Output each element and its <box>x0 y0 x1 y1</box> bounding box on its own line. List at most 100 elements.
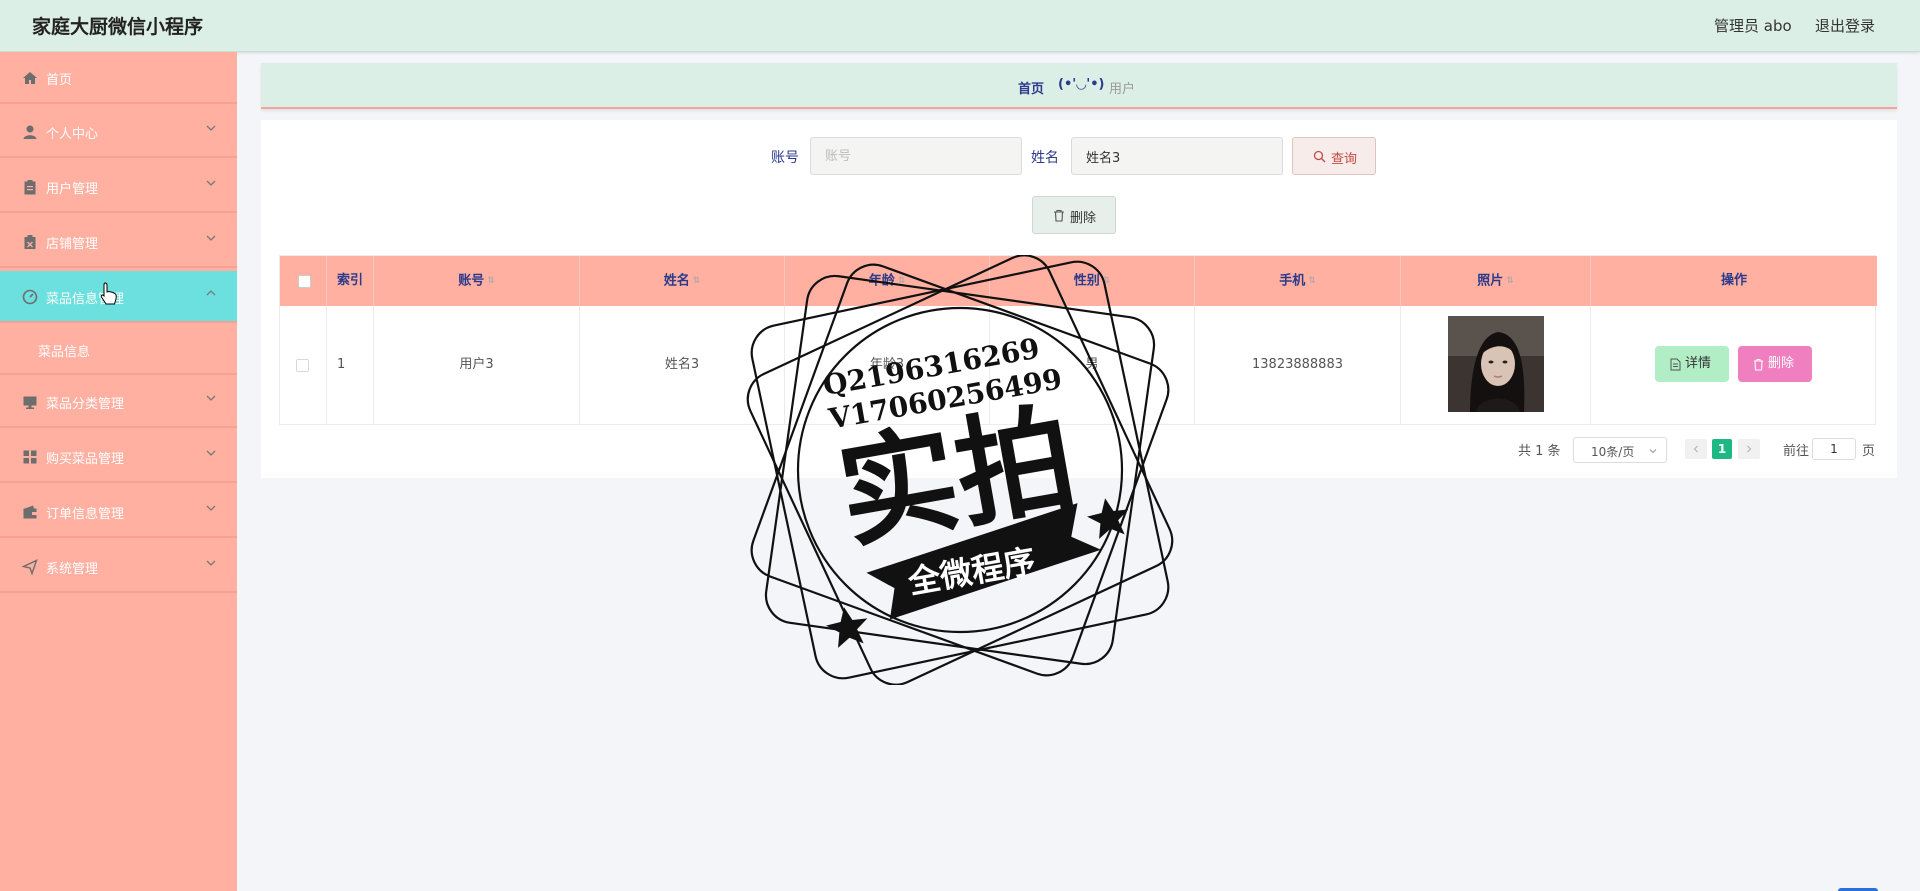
chevron-up-icon <box>206 290 216 296</box>
sidebar: 首页 个人中心 用户管理 店铺管理 菜品信息管理 菜品信息 菜品分类管理 购买菜… <box>0 52 237 891</box>
sidebar-item-user-management[interactable]: 用户管理 <box>0 161 237 213</box>
column-header-age[interactable]: 年龄 ⇅ <box>785 256 990 306</box>
search-icon <box>1313 150 1326 163</box>
sidebar-item-label: 店铺管理 <box>46 237 99 252</box>
cell-actions <box>1591 306 1877 424</box>
sort-icon[interactable]: ⇅ <box>898 256 906 306</box>
breadcrumb-current: 用户 <box>1109 82 1136 97</box>
document-icon <box>1670 358 1681 371</box>
column-header-actions: 操作 <box>1591 256 1877 306</box>
sort-icon[interactable]: ⇅ <box>1103 256 1111 306</box>
sidebar-item-store-management[interactable]: 店铺管理 <box>0 216 237 268</box>
chevron-left-icon <box>1693 445 1698 453</box>
table-row: 1 用户3 姓名3 年龄3 男 13823888883 详情 删除 <box>280 306 1877 424</box>
chevron-right-icon <box>1747 445 1752 453</box>
cell-gender: 男 <box>990 306 1195 424</box>
sidebar-item-dish-info-management[interactable]: 菜品信息管理 <box>0 271 237 323</box>
select-all-cell <box>280 256 327 306</box>
sort-icon[interactable]: ⇅ <box>693 256 701 306</box>
query-button[interactable]: 查询 <box>1292 137 1376 175</box>
sidebar-item-label: 购买菜品管理 <box>46 452 125 467</box>
sidebar-item-dish-category-management[interactable]: 菜品分类管理 <box>0 376 237 428</box>
sidebar-item-label: 系统管理 <box>46 562 99 577</box>
sidebar-item-home[interactable]: 首页 <box>0 52 237 104</box>
sidebar-item-label: 订单信息管理 <box>46 507 125 522</box>
send-icon <box>22 559 38 575</box>
account-label: 账号 <box>771 150 799 166</box>
sidebar-item-order-management[interactable]: 订单信息管理 <box>0 486 237 538</box>
column-header-label: 性别 <box>1073 273 1100 289</box>
store-icon <box>24 235 36 249</box>
prev-page-button[interactable] <box>1685 439 1707 459</box>
monitor-icon <box>23 396 37 409</box>
next-page-button[interactable] <box>1738 439 1760 459</box>
wallet-icon <box>23 505 37 519</box>
clipboard-icon <box>24 180 36 195</box>
batch-delete-button[interactable]: 删除 <box>1032 196 1116 234</box>
account-input[interactable] <box>810 137 1022 175</box>
pagination-total: 共 1 条 <box>1518 444 1561 459</box>
query-button-label: 查询 <box>1331 152 1358 167</box>
breadcrumb-home[interactable]: 首页 <box>1018 78 1044 97</box>
cell-age: 年龄3 <box>785 306 990 424</box>
column-header-label: 姓名 <box>663 273 690 289</box>
logout-link[interactable]: 退出登录 <box>1815 15 1875 36</box>
watermark-ribbon-text: 全微程序 <box>904 542 1038 602</box>
column-header-phone[interactable]: 手机 ⇅ <box>1195 256 1401 306</box>
page-size-value: 10条/页 <box>1591 445 1635 459</box>
row-delete-button-label: 删除 <box>1768 356 1795 371</box>
table-header: 索引 账号 ⇅ 姓名 ⇅ 年龄 ⇅ 性别 ⇅ 手机 ⇅ 照片 ⇅ 操作 <box>280 256 1877 306</box>
sidebar-item-purchase-management[interactable]: 购买菜品管理 <box>0 431 237 483</box>
chevron-down-icon <box>206 180 216 186</box>
column-header-account[interactable]: 账号 ⇅ <box>374 256 580 306</box>
sidebar-item-system-management[interactable]: 系统管理 <box>0 541 237 593</box>
select-all-checkbox[interactable] <box>298 275 311 288</box>
sidebar-subitem-dish-info[interactable]: 菜品信息 <box>0 325 237 375</box>
sidebar-item-personal-center[interactable]: 个人中心 <box>0 106 237 158</box>
admin-label: 管理员 abo <box>1714 17 1792 35</box>
grid-icon <box>23 450 37 464</box>
chevron-down-icon <box>1649 449 1657 454</box>
sidebar-item-label: 菜品分类管理 <box>46 397 125 412</box>
goto-label: 前往 <box>1783 444 1810 459</box>
top-header: 家庭大厨微信小程序 管理员 abo 退出登录 <box>0 0 1920 52</box>
column-header-gender[interactable]: 性别 ⇅ <box>990 256 1195 306</box>
column-header-photo[interactable]: 照片 ⇅ <box>1401 256 1591 306</box>
app-title: 家庭大厨微信小程序 <box>32 16 204 38</box>
column-header-label: 索引 <box>336 273 363 288</box>
user-icon <box>23 125 37 139</box>
column-header-label: 账号 <box>458 273 485 289</box>
cell-phone: 13823888883 <box>1195 306 1401 424</box>
row-checkbox[interactable] <box>296 359 309 372</box>
page-unit-label: 页 <box>1862 444 1876 459</box>
chevron-down-icon <box>206 450 216 456</box>
trash-icon <box>1754 358 1763 371</box>
user-table: 索引 账号 ⇅ 姓名 ⇅ 年龄 ⇅ 性别 ⇅ 手机 ⇅ 照片 ⇅ 操作 1 用户3 姓名3 … <box>279 255 1877 425</box>
row-select-cell <box>280 306 327 424</box>
sort-icon[interactable]: ⇅ <box>1506 256 1514 306</box>
cell-account: 用户3 <box>374 306 580 424</box>
chevron-down-icon <box>206 395 216 401</box>
sidebar-item-label: 用户管理 <box>46 182 99 197</box>
goto-page-input[interactable] <box>1812 438 1856 460</box>
page-number-current[interactable]: 1 <box>1712 439 1732 459</box>
home-icon <box>23 72 37 84</box>
name-label: 姓名 <box>1031 150 1059 166</box>
cell-name: 姓名3 <box>580 306 785 424</box>
row-delete-button[interactable]: 删除 <box>1738 346 1812 382</box>
sidebar-subitem-label: 菜品信息 <box>38 345 91 360</box>
sidebar-item-label: 个人中心 <box>46 127 99 142</box>
page-size-select[interactable]: 10条/页 <box>1573 437 1667 463</box>
column-header-name[interactable]: 姓名 ⇅ <box>580 256 785 306</box>
name-input[interactable] <box>1071 137 1283 175</box>
gauge-icon <box>22 289 38 305</box>
detail-button[interactable]: 详情 <box>1655 346 1729 382</box>
sort-icon[interactable]: ⇅ <box>1308 256 1316 306</box>
trash-icon <box>1054 209 1064 222</box>
cell-index: 1 <box>327 306 374 424</box>
column-header-label: 操作 <box>1720 273 1747 288</box>
sort-icon[interactable]: ⇅ <box>487 256 495 306</box>
chevron-down-icon <box>206 125 216 131</box>
chevron-down-icon <box>206 505 216 511</box>
chevron-down-icon <box>206 560 216 566</box>
